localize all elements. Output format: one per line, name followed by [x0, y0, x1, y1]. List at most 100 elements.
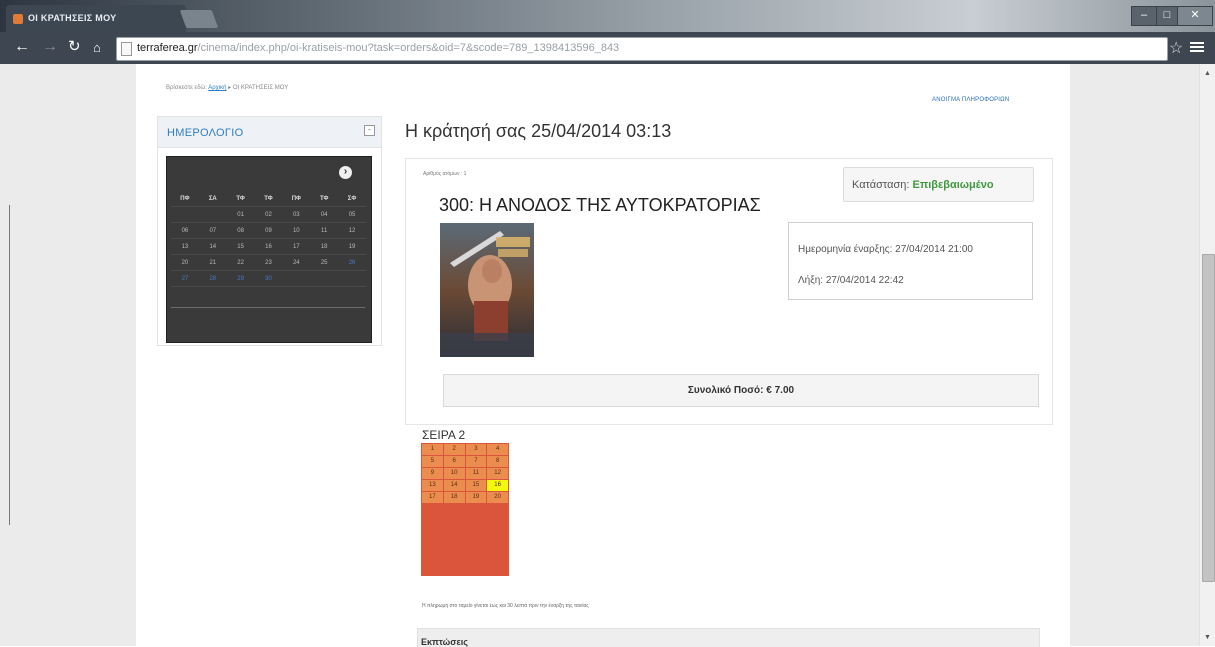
dates-box: Ημερομηνία έναρξης: 27/04/2014 21:00 Λήξ…	[788, 222, 1033, 300]
calendar-day[interactable]: 11	[310, 222, 339, 239]
calendar-day[interactable]: 13	[171, 238, 199, 255]
movie-title: 300: Η ΑΝΟΔΟΣ ΤΗΣ ΑΥΤΟΚΡΑΤΟΡΙΑΣ	[439, 195, 761, 215]
calendar-day	[310, 270, 339, 287]
calendar-day[interactable]: 04	[310, 206, 339, 223]
breadcrumb-current: ΟΙ ΚΡΑΤΗΣΕΙΣ ΜΟΥ	[232, 85, 289, 91]
scroll-down-icon[interactable]: ▼	[1204, 634, 1211, 641]
seat: 9	[422, 468, 443, 479]
seat: 1	[422, 444, 443, 455]
breadcrumb-home-link[interactable]: Αρχική	[208, 85, 226, 91]
new-tab-button[interactable]	[179, 10, 219, 28]
seat: 8	[487, 456, 508, 467]
next-month-icon[interactable]: ›	[339, 166, 352, 179]
browser-titlebar: ΟΙ ΚΡΑΤΗΣΕΙΣ ΜΟΥ – □ ✕	[0, 0, 1215, 32]
calendar-day[interactable]: 16	[254, 238, 283, 255]
vertical-scrollbar[interactable]: ▲ ▼	[1199, 64, 1215, 646]
tab-title: ΟΙ ΚΡΑΤΗΣΕΙΣ ΜΟΥ	[28, 13, 117, 23]
minimize-button[interactable]: –	[1131, 6, 1157, 26]
close-window-button[interactable]: ✕	[1177, 6, 1213, 26]
seat: 4	[487, 444, 508, 455]
calendar-day[interactable]: 14	[198, 238, 227, 255]
browser-tab[interactable]: ΟΙ ΚΡΑΤΗΣΕΙΣ ΜΟΥ	[6, 5, 186, 32]
forward-arrow-icon[interactable]: →	[42, 39, 58, 55]
seat-selected: 16	[487, 480, 508, 491]
calendar-day[interactable]: 18	[310, 238, 339, 255]
seat: 14	[443, 480, 465, 491]
calendar-day-name: ΣΑ	[198, 191, 227, 207]
scroll-up-icon[interactable]: ▲	[1204, 70, 1211, 77]
url-text: terraferea.gr/cinema/index.php/oi-kratis…	[137, 42, 620, 54]
calendar-day[interactable]: 21	[198, 254, 227, 271]
calendar-day[interactable]: 01	[226, 206, 255, 223]
seat: 20	[487, 492, 508, 503]
scroll-thumb[interactable]	[1202, 254, 1215, 582]
calendar-day[interactable]: 24	[282, 254, 311, 271]
address-bar[interactable]: terraferea.gr/cinema/index.php/oi-kratis…	[116, 37, 1168, 61]
calendar-day[interactable]: 29	[226, 270, 255, 287]
calendar-day[interactable]: 19	[338, 238, 366, 255]
calendar-day[interactable]: 23	[254, 254, 283, 271]
calendar-day[interactable]: 15	[226, 238, 255, 255]
total-amount: Συνολικό Ποσό: € 7.00	[687, 385, 795, 396]
calendar-day-name: ΤΦ	[226, 191, 255, 207]
calendar-day[interactable]: 05	[338, 206, 366, 223]
status-label: Κατάσταση: Επιβεβαιωμένο	[852, 179, 994, 191]
calendar-day[interactable]: 22	[226, 254, 255, 271]
chrome-menu-icon[interactable]	[1190, 40, 1204, 54]
seat: 7	[465, 456, 487, 467]
calendar-day[interactable]: 06	[171, 222, 199, 239]
start-date: Ημερομηνία έναρξης: 27/04/2014 21:00	[798, 244, 973, 255]
calendar-day-name: ΣΦ	[338, 191, 366, 207]
calendar-day	[338, 270, 366, 287]
site-favicon-icon	[13, 14, 23, 24]
breadcrumb: Βρίσκεστε εδώ: Αρχική ▸ ΟΙ ΚΡΑΤΗΣΕΙΣ ΜΟΥ	[166, 84, 288, 91]
seat: 3	[465, 444, 487, 455]
seat: 19	[465, 492, 487, 503]
calendar-day[interactable]: 25	[310, 254, 339, 271]
calendar-day[interactable]: 12	[338, 222, 366, 239]
calendar-day-name: ΠΦ	[282, 191, 311, 207]
maximize-button[interactable]: □	[1156, 6, 1178, 26]
seat-grid: 1 2 3 4 5 6 7 8 9 10 11 12 13 14 15 16 17 18 19 20	[421, 443, 509, 504]
calendar-day-name: ΤΦ	[310, 191, 339, 207]
calendar-day[interactable]: 26	[338, 254, 366, 271]
seat: 18	[443, 492, 465, 503]
home-icon[interactable]: ⌂	[93, 40, 101, 56]
calendar-day	[282, 270, 311, 287]
calendar-day[interactable]: 17	[282, 238, 311, 255]
info-link[interactable]: ΑΝΟΙΓΜΑ ΠΛΗΡΟΦΟΡΙΩΝ	[932, 97, 1009, 103]
status-value: Επιβεβαιωμένο	[912, 179, 994, 191]
reload-icon[interactable]: ↻	[68, 39, 81, 55]
calendar-day	[198, 206, 227, 223]
seat: 17	[422, 492, 443, 503]
calendar-day[interactable]: 20	[171, 254, 199, 271]
calendar-day[interactable]: 09	[254, 222, 283, 239]
payment-note: Η πληρωμή στο ταμείο γίνεται έως και 30 …	[422, 603, 589, 609]
calendar-day[interactable]: 03	[282, 206, 311, 223]
calendar-day[interactable]: 07	[198, 222, 227, 239]
calendar-day[interactable]: 28	[198, 270, 227, 287]
divider	[9, 205, 10, 525]
seat: 2	[443, 444, 465, 455]
movie-poster	[440, 223, 534, 357]
calendar-day[interactable]: 10	[282, 222, 311, 239]
end-date: Λήξη: 27/04/2014 22:42	[798, 275, 904, 286]
seat: 13	[422, 480, 443, 491]
calendar-day[interactable]: 02	[254, 206, 283, 223]
calendar-day[interactable]: 27	[171, 270, 199, 287]
bookmark-star-icon[interactable]: ☆	[1169, 38, 1183, 58]
persons-count: Αριθμός ατόμων : 1	[423, 171, 467, 177]
back-arrow-icon[interactable]: ←	[14, 39, 30, 55]
page-title: Η κράτησή σας 25/04/2014 03:13	[405, 121, 672, 141]
calendar-day[interactable]: 08	[226, 222, 255, 239]
calendar-day-name: ΠΦ	[171, 191, 199, 207]
seat: 5	[422, 456, 443, 467]
row-label: ΣΕΙΡΑ 2	[422, 428, 466, 442]
total-amount-box: Συνολικό Ποσό: € 7.00	[443, 374, 1039, 407]
discounts-section: Εκπτώσεις	[417, 628, 1040, 647]
calendar-day[interactable]: 30	[254, 270, 283, 287]
page-icon	[121, 42, 132, 56]
calendar-grid: ΠΦ ΣΑ ΤΦ ΤΦ ΠΦ ΤΦ ΣΦ 01 02 03 04 05 06 07 08 09 10 11 12 13…	[171, 191, 366, 287]
breadcrumb-prefix: Βρίσκεστε εδώ:	[166, 85, 207, 91]
collapse-icon[interactable]: -	[364, 125, 375, 136]
